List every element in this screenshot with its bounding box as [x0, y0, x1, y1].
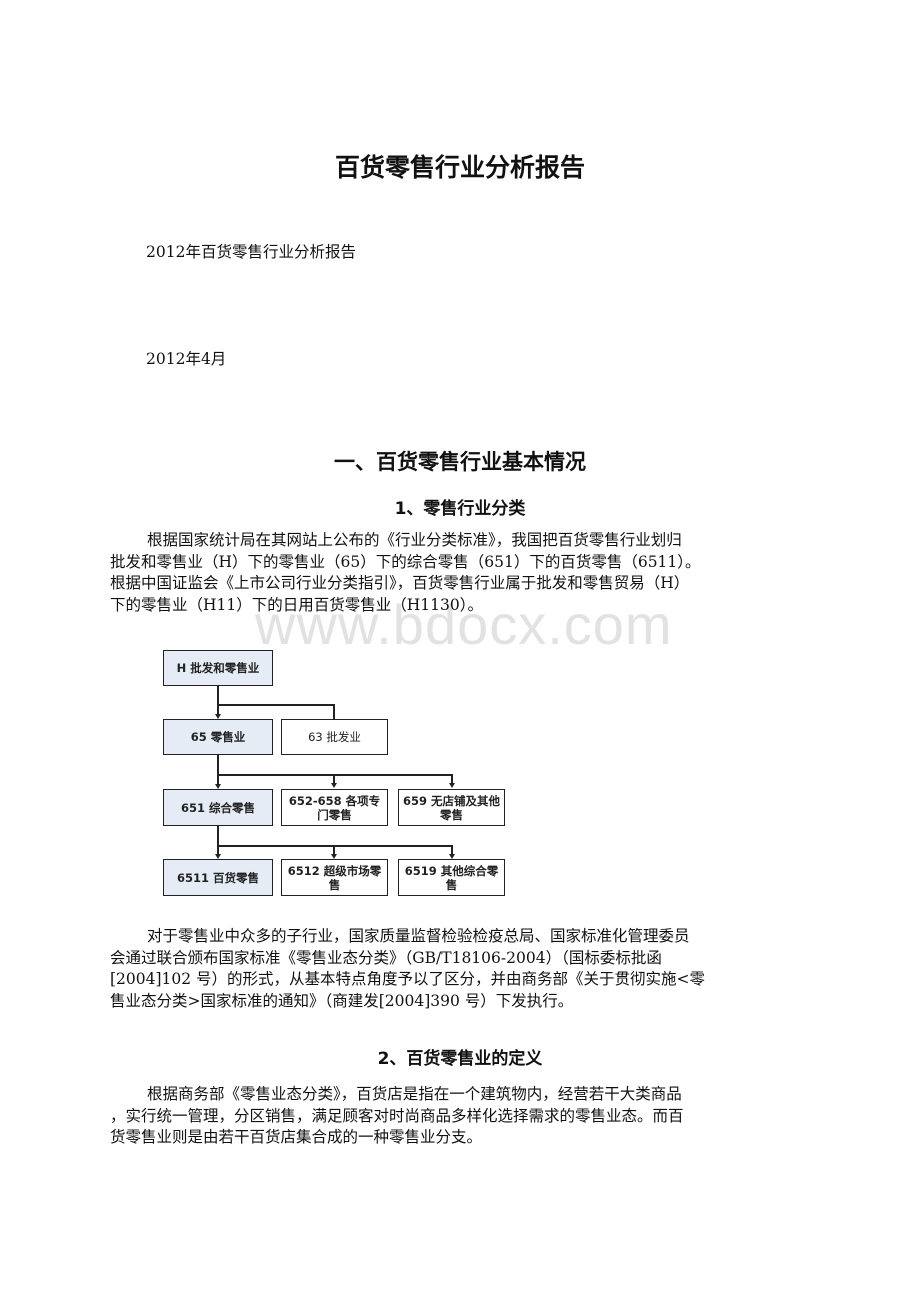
subsection-heading-definition: 2、百货零售业的定义 — [377, 1049, 543, 1069]
paragraph-line: 根据国家统计局在其网站上公布的《行业分类标准》，我国把百货零售行业划归 — [147, 531, 682, 549]
node-651-general-retail: 651 综合零售 — [163, 789, 273, 826]
arrow-icon — [215, 854, 221, 859]
connector-line — [217, 774, 452, 776]
paragraph-line: 货零售业则是由若干百货店集合成的一种零售业分支。 — [110, 1128, 483, 1146]
arrow-icon — [215, 784, 221, 789]
arrow-icon — [331, 854, 337, 859]
paragraph-line: 下的零售业（H11）下的日用百货零售业（H1130）。 — [110, 595, 483, 614]
node-6519-other-general-retail: 6519 其他综合零售 — [398, 859, 505, 896]
arrow-icon — [331, 783, 337, 788]
paragraph-line: 售业态分类>国家标准的通知》（商建发[2004]390 号）下发执行。 — [110, 991, 574, 1010]
connector-line — [451, 845, 453, 855]
connector-line — [217, 685, 219, 715]
paragraph-line: 对于零售业中众多的子行业，国家质量监督检验检疫总局、国家标准化管理委员 — [147, 927, 690, 945]
connector-line — [217, 825, 219, 855]
paragraph-classification: 根据国家统计局在其网站上公布的《行业分类标准》，我国把百货零售行业划归 批发和零… — [110, 530, 816, 616]
paragraph-standards: 对于零售业中众多的子行业，国家质量监督检验检疫总局、国家标准化管理委员 会通过联… — [110, 926, 816, 1012]
paragraph-line: ，实行统一管理，分区销售，满足顾客对时尚商品多样化选择需求的零售业态。而百 — [110, 1106, 684, 1125]
connector-line — [333, 704, 335, 720]
document-date: 2012年4月 — [146, 350, 227, 368]
document-subtitle: 2012年百货零售行业分析报告 — [146, 243, 356, 261]
connector-line — [451, 774, 453, 784]
document-title: 百货零售行业分析报告 — [334, 153, 585, 182]
arrow-icon — [215, 714, 221, 719]
connector-line — [217, 754, 219, 784]
connector-line — [217, 845, 452, 847]
connector-line — [333, 845, 335, 855]
paragraph-line: 根据商务部《零售业态分类》，百货店是指在一个建筑物内，经营若干大类商品 — [147, 1085, 682, 1103]
paragraph-definition: 根据商务部《零售业态分类》，百货店是指在一个建筑物内，经营若干大类商品 ，实行统… — [110, 1084, 816, 1149]
node-6512-supermarket-retail: 6512 超级市场零售 — [281, 859, 388, 896]
node-63-wholesale: 63 批发业 — [281, 719, 388, 755]
node-659-non-store-retail: 659 无店铺及其他零售 — [398, 789, 505, 826]
node-652-658-specialty-retail: 652-658 各项专门零售 — [281, 789, 388, 826]
arrow-icon — [449, 854, 455, 859]
node-6511-department-store-retail: 6511 百货零售 — [163, 859, 273, 896]
paragraph-line: [2004]102 号）的形式，从基本特点角度予以了区分，并由商务部《关于贯彻实… — [110, 970, 706, 988]
connector-line — [217, 704, 334, 706]
subsection-heading-classification: 1、零售行业分类 — [394, 499, 526, 519]
node-65-retail: 65 零售业 — [163, 719, 273, 755]
paragraph-line: 会通过联合颁布国家标准《零售业态分类》（GB/T18106-2004）（国标委标… — [110, 948, 662, 967]
connector-line — [333, 774, 335, 784]
paragraph-line: 批发和零售业（H）下的零售业（65）下的综合零售（651）下的百货零售（6511… — [110, 552, 701, 571]
section-heading: 一、百货零售行业基本情况 — [334, 450, 586, 474]
arrow-icon — [449, 783, 455, 788]
paragraph-line: 根据中国证监会《上市公司行业分类指引》，百货零售行业属于批发和零售贸易（H） — [110, 574, 690, 592]
